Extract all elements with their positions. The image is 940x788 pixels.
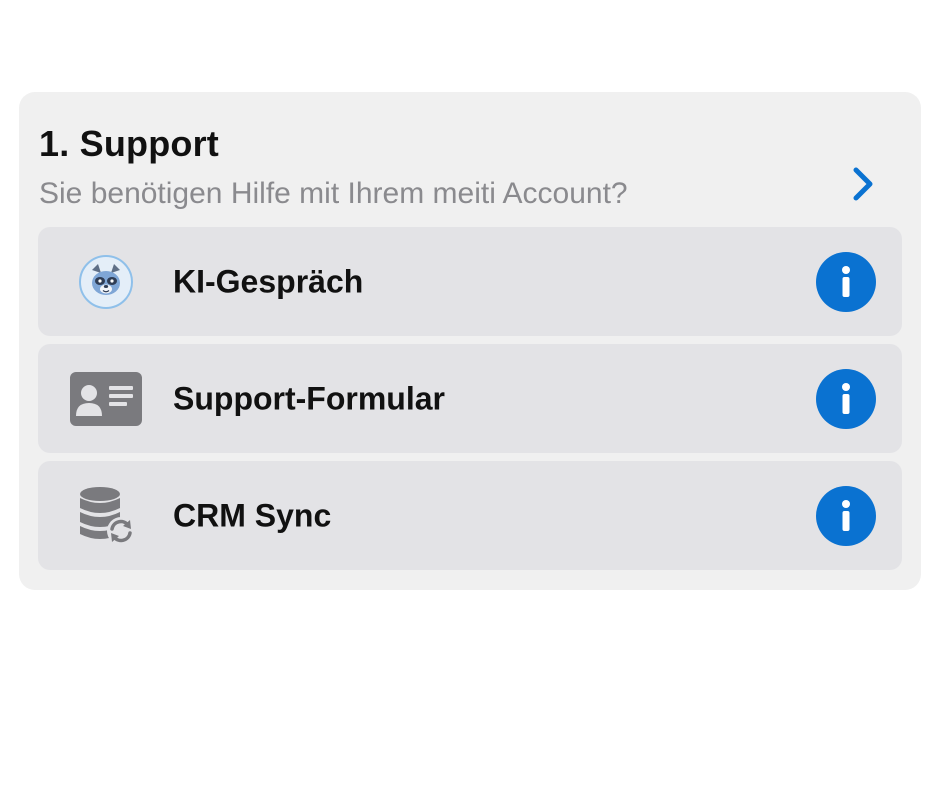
section-header[interactable]: 1. Support Sie benötigen Hilfe mit Ihrem… (39, 122, 901, 222)
info-icon[interactable] (816, 251, 876, 312)
support-options-list: KI-Gespräch Support-Formular CRM Sync (38, 227, 902, 578)
list-item-label: KI-Gespräch (173, 263, 364, 299)
section-subtitle: Sie benötigen Hilfe mit Ihrem meiti Acco… (39, 177, 628, 210)
list-item-label: Support-Formular (173, 380, 445, 416)
chevron-right-icon[interactable] (847, 164, 879, 204)
raccoon-avatar-icon (66, 250, 146, 314)
section-title: 1. Support (39, 123, 219, 164)
contact-card-icon (66, 367, 146, 431)
list-item-label: CRM Sync (173, 497, 332, 533)
list-item-crm-sync[interactable]: CRM Sync (38, 461, 902, 570)
list-item-ki-gespraech[interactable]: KI-Gespräch (38, 227, 902, 336)
database-sync-icon (66, 484, 146, 548)
info-icon[interactable] (816, 368, 876, 429)
list-item-support-formular[interactable]: Support-Formular (38, 344, 902, 453)
info-icon[interactable] (816, 485, 876, 546)
support-section-card: 1. Support Sie benötigen Hilfe mit Ihrem… (19, 92, 921, 590)
